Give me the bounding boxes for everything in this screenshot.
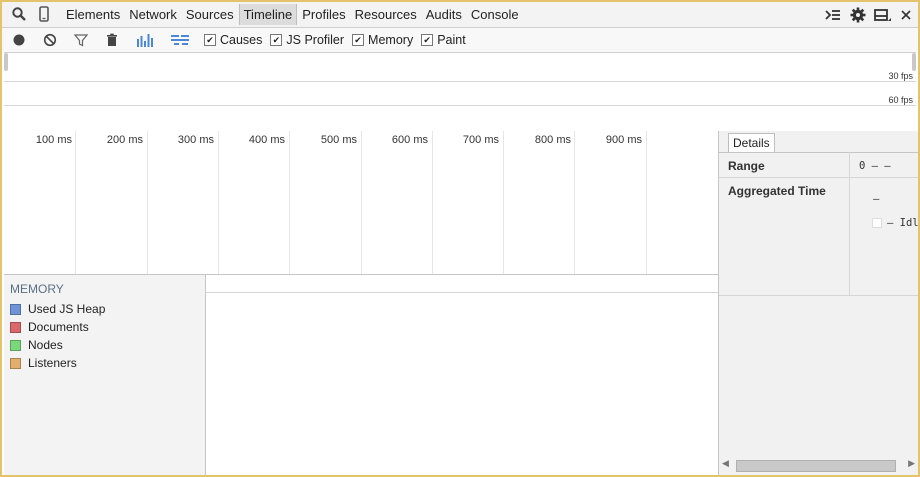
scroll-left-arrow-icon[interactable]: ◀ — [722, 458, 729, 469]
aggregated-time-label: Aggregated Time — [728, 184, 826, 198]
aggregated-time-dash: – — [873, 193, 880, 205]
legend-item-documents[interactable]: Documents — [10, 320, 89, 334]
tab-timeline[interactable]: Timeline — [238, 4, 298, 25]
fps-30-gridline — [4, 81, 916, 82]
tab-console[interactable]: Console — [467, 4, 523, 25]
ruler-gridline — [147, 131, 148, 274]
devtools-tab-bar: Elements Network Sources Timeline Profil… — [2, 2, 918, 28]
close-icon[interactable] — [900, 7, 912, 23]
range-label: Range — [728, 159, 765, 173]
ruler-gridline — [432, 131, 433, 274]
ruler-gridline — [646, 131, 647, 274]
clear-icon[interactable] — [42, 32, 58, 48]
checkbox-label: JS Profiler — [286, 33, 345, 47]
scroll-right-arrow-icon[interactable]: ▶ — [908, 458, 915, 469]
trash-icon[interactable] — [104, 32, 120, 48]
fps-30-label: 30 fps — [888, 71, 913, 81]
tab-profiles[interactable]: Profiles — [298, 4, 349, 25]
memory-graph-rule — [206, 292, 718, 293]
details-panel: Details Range 0 – – Aggregated Time – – … — [718, 131, 919, 475]
panel-tabs: Elements Network Sources Timeline Profil… — [62, 2, 524, 27]
checkbox-label: Paint — [437, 33, 466, 47]
legend-swatch — [10, 321, 21, 333]
checkbox-check-icon: ✔ — [270, 34, 283, 46]
devtools-window: Elements Network Sources Timeline Profil… — [0, 0, 920, 477]
ruler-tick-label: 900 ms — [605, 134, 642, 146]
ruler-tick-label: 300 ms — [177, 134, 214, 146]
ruler-tick-label: 600 ms — [391, 134, 428, 146]
details-row-divider — [719, 177, 918, 178]
memory-graph-area[interactable] — [206, 274, 718, 475]
legend-swatch — [10, 339, 21, 351]
memory-title: MEMORY — [10, 282, 64, 296]
range-value: 0 – – — [859, 160, 891, 172]
causes-checkbox[interactable]: ✔ Causes — [204, 33, 262, 47]
window-controls — [824, 2, 912, 27]
checkbox-check-icon: ✔ — [204, 34, 216, 46]
horizontal-scrollbar[interactable]: ◀ ▶ — [719, 457, 918, 472]
js-profiler-checkbox[interactable]: ✔ JS Profiler — [270, 33, 344, 47]
ruler-gridline — [218, 131, 219, 274]
device-mode-icon[interactable] — [36, 6, 52, 22]
tab-audits[interactable]: Audits — [422, 4, 466, 25]
legend-label: Documents — [28, 320, 89, 334]
legend-item-nodes[interactable]: Nodes — [10, 338, 63, 352]
fps-60-label: 60 fps — [888, 95, 913, 105]
ruler-tick-label: 500 ms — [320, 134, 357, 146]
events-view-icon[interactable] — [135, 32, 155, 48]
aggregated-time-idle: – Idl — [887, 217, 919, 229]
checkbox-label: Causes — [220, 33, 263, 47]
overview-right-handle[interactable] — [912, 53, 916, 71]
ruler-tick-label: 400 ms — [248, 134, 285, 146]
ruler-tick-label: 100 ms — [35, 134, 72, 146]
ruler-gridline — [75, 131, 76, 274]
gear-icon[interactable] — [850, 7, 866, 23]
dock-side-icon[interactable] — [874, 7, 892, 23]
record-icon[interactable] — [11, 32, 27, 48]
filter-icon[interactable] — [73, 32, 89, 48]
flame-chart-icon[interactable] — [170, 32, 190, 48]
timeline-ruler[interactable]: 100 ms 200 ms 300 ms 400 ms 500 ms 600 m… — [4, 131, 718, 274]
memory-counters-panel: MEMORY Used JS Heap Documents Nodes List… — [4, 274, 206, 475]
legend-item-listeners[interactable]: Listeners — [10, 356, 77, 370]
idle-swatch — [872, 218, 882, 228]
legend-label: Used JS Heap — [28, 302, 106, 316]
memory-checkbox[interactable]: ✔ Memory — [352, 33, 413, 47]
legend-swatch — [10, 303, 21, 315]
fps-60-gridline — [4, 105, 916, 106]
timeline-toolbar: ✔ Causes ✔ JS Profiler ✔ Memory ✔ Paint — [2, 28, 918, 52]
scrollbar-thumb[interactable] — [736, 460, 896, 472]
checkbox-check-icon: ✔ — [421, 34, 434, 46]
ruler-gridline — [574, 131, 575, 274]
ruler-tick-label: 200 ms — [106, 134, 143, 146]
tab-elements[interactable]: Elements — [62, 4, 124, 25]
ruler-tick-label: 700 ms — [462, 134, 499, 146]
ruler-tick-label: 800 ms — [534, 134, 571, 146]
tab-details[interactable]: Details — [728, 133, 775, 152]
tab-resources[interactable]: Resources — [351, 4, 421, 25]
legend-label: Listeners — [28, 356, 77, 370]
legend-label: Nodes — [28, 338, 63, 352]
paint-checkbox[interactable]: ✔ Paint — [421, 33, 466, 47]
ruler-gridline — [289, 131, 290, 274]
tab-network[interactable]: Network — [125, 4, 181, 25]
console-drawer-icon[interactable] — [824, 7, 842, 23]
timeline-overview[interactable]: 30 fps 60 fps — [4, 52, 916, 132]
search-icon[interactable] — [11, 6, 27, 22]
overview-left-handle[interactable] — [4, 53, 8, 71]
details-bottom-divider — [719, 295, 918, 296]
legend-swatch — [10, 357, 21, 369]
checkbox-check-icon: ✔ — [352, 34, 365, 46]
ruler-gridline — [503, 131, 504, 274]
checkbox-label: Memory — [368, 33, 414, 47]
ruler-gridline — [361, 131, 362, 274]
legend-item-used-js-heap[interactable]: Used JS Heap — [10, 302, 105, 316]
tab-sources[interactable]: Sources — [182, 4, 238, 25]
